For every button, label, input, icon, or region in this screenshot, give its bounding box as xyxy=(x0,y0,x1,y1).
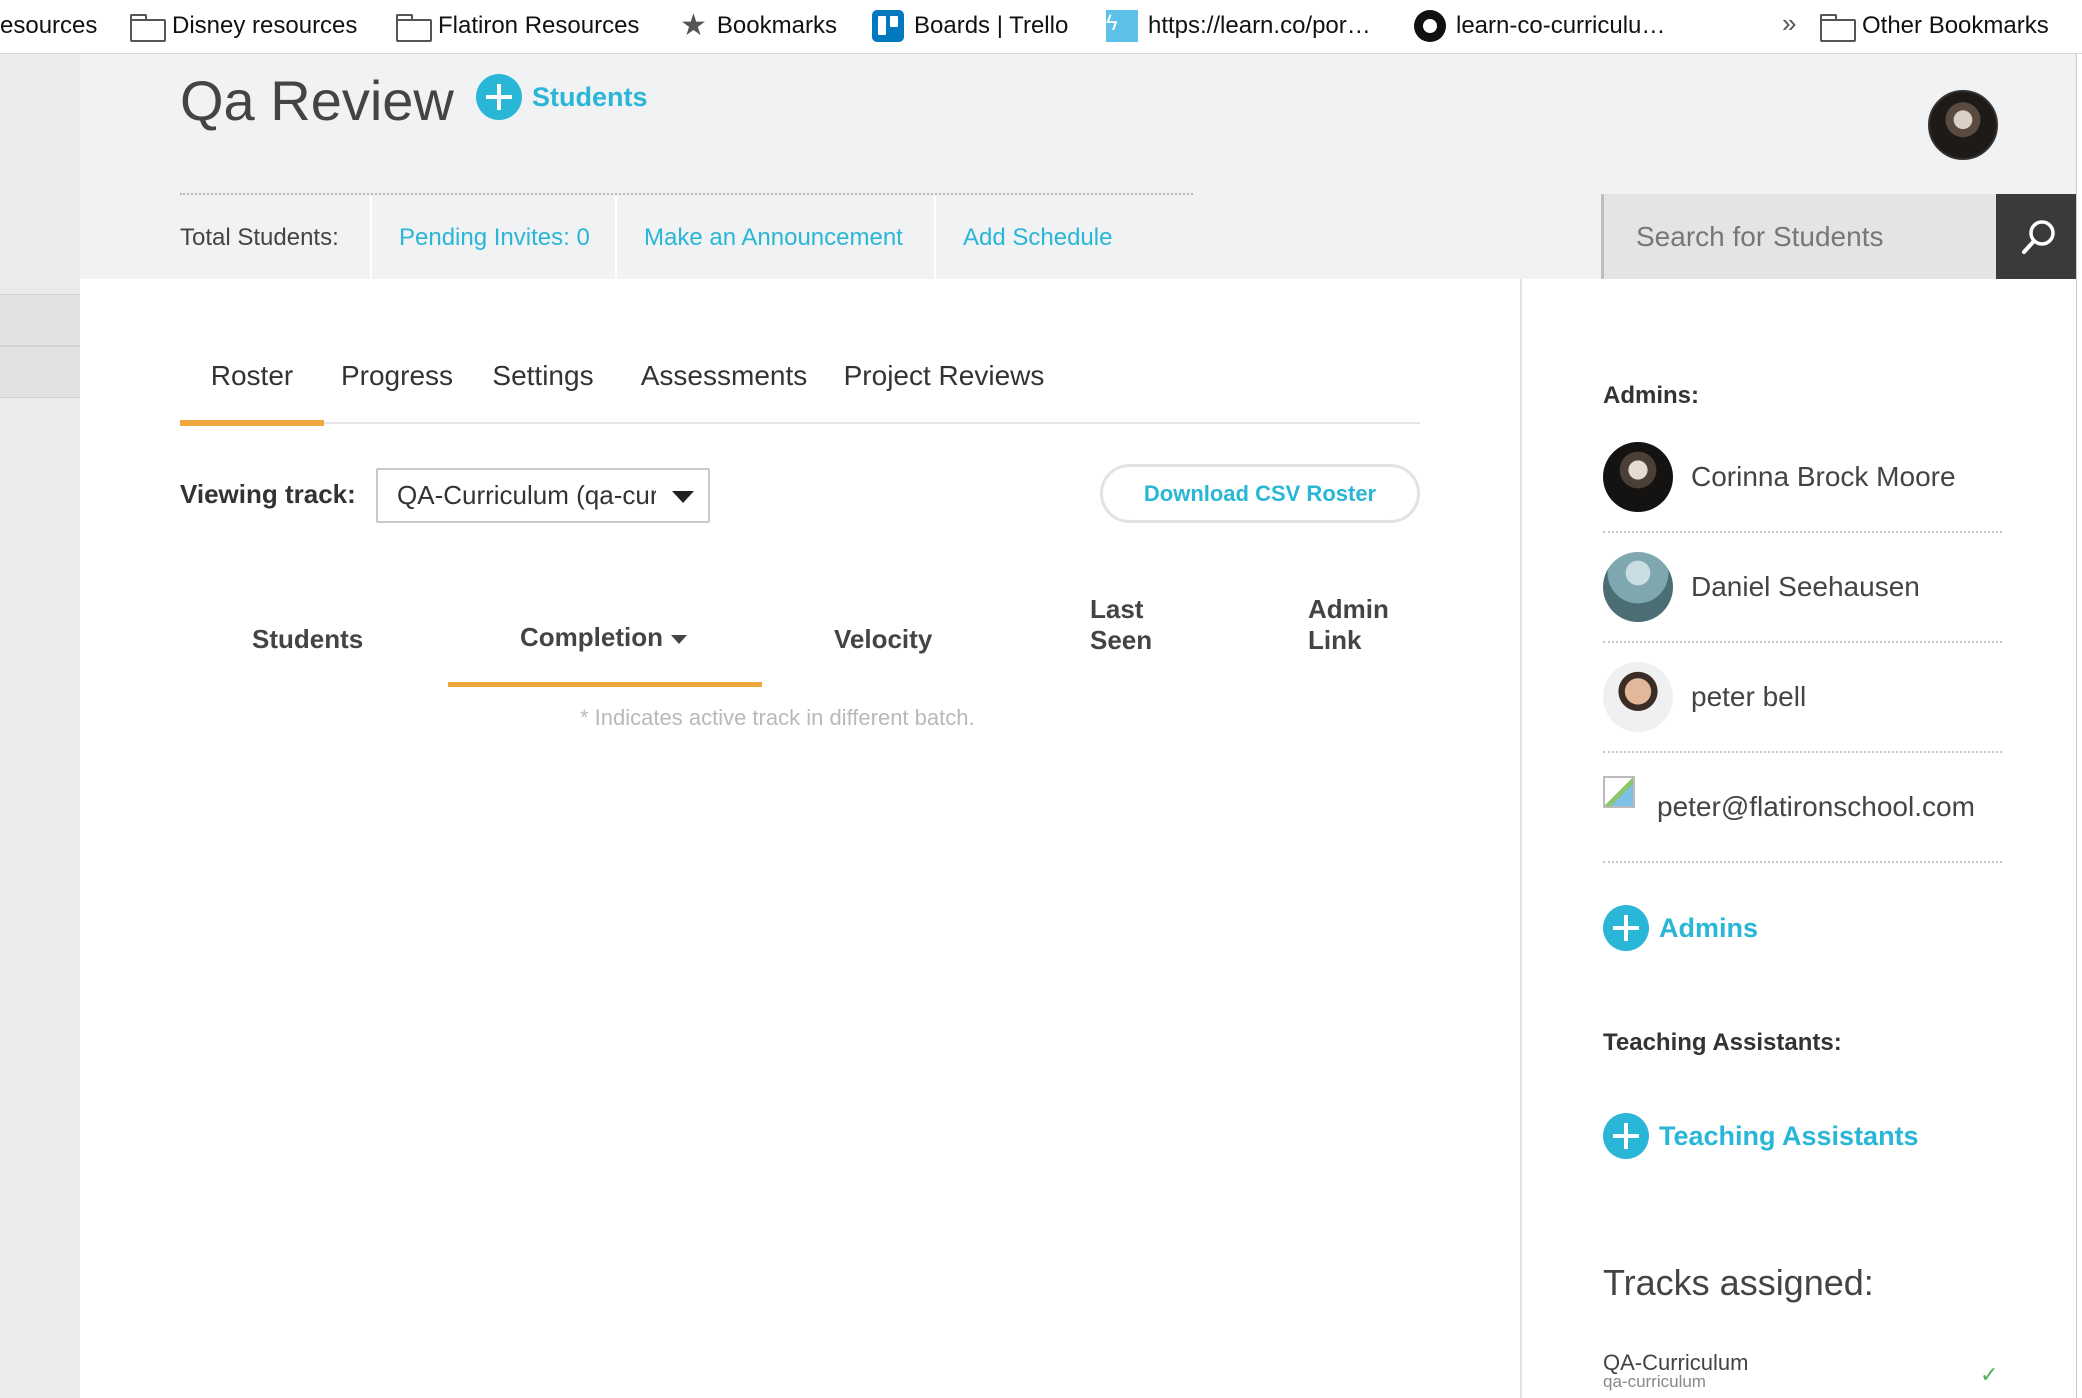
bookmark-esources[interactable]: esources xyxy=(0,0,97,52)
folder-icon xyxy=(130,14,166,42)
star-icon: ★ xyxy=(680,9,707,42)
learn-icon: ϟ xyxy=(1106,10,1138,42)
github-icon xyxy=(1414,10,1446,42)
teaching-assistants-heading: Teaching Assistants: xyxy=(1603,1029,1842,1056)
make-announcement-link[interactable]: Make an Announcement xyxy=(615,196,934,279)
active-sort-indicator xyxy=(448,682,762,687)
left-strip-item[interactable] xyxy=(0,294,80,346)
trello-icon xyxy=(872,10,904,42)
user-avatar[interactable] xyxy=(1928,90,1998,160)
bookmark-bookmarks[interactable]: ★ Bookmarks xyxy=(680,0,837,52)
check-icon: ✓ xyxy=(1980,1362,1999,1387)
page-title: Qa Review xyxy=(180,69,454,132)
viewing-track-label: Viewing track: xyxy=(180,479,356,509)
chevron-down-icon xyxy=(672,491,694,503)
plus-circle-icon xyxy=(1603,1113,1649,1159)
header-divider xyxy=(180,193,1193,195)
avatar xyxy=(1603,442,1673,512)
left-navigation-strip xyxy=(0,54,80,1398)
track-slug: qa-curriculum xyxy=(1603,1372,1706,1391)
download-csv-button[interactable]: Download CSV Roster xyxy=(1100,464,1420,523)
bookmark-flatiron-resources[interactable]: Flatiron Resources xyxy=(396,0,639,52)
add-teaching-assistants-button[interactable]: Teaching Assistants xyxy=(1603,1113,1919,1159)
admin-item[interactable]: Corinna Brock Moore xyxy=(1603,423,2002,533)
tab-progress[interactable]: Progress xyxy=(324,360,470,422)
admin-item[interactable]: peter@flatironschool.com xyxy=(1603,753,2002,863)
column-header-admin-link[interactable]: Admin Link xyxy=(1308,594,1389,656)
batch-header: Qa Review Students Total Students: Pendi… xyxy=(80,54,2082,279)
total-students-label: Total Students: xyxy=(180,223,339,251)
sort-desc-icon xyxy=(671,634,687,644)
admins-heading: Admins: xyxy=(1603,382,1699,409)
bookmarks-overflow-button[interactable]: » xyxy=(1782,8,1796,39)
bookmark-disney-resources[interactable]: Disney resources xyxy=(130,0,357,52)
add-students-button[interactable]: Students xyxy=(476,74,648,120)
plus-circle-icon xyxy=(1603,905,1649,951)
sidebar-divider xyxy=(1520,279,1522,1398)
avatar xyxy=(1603,552,1673,622)
admin-item[interactable]: peter bell xyxy=(1603,643,2002,753)
tab-assessments[interactable]: Assessments xyxy=(616,360,832,422)
column-header-students[interactable]: Students xyxy=(252,624,363,655)
broken-image-icon xyxy=(1603,776,1635,808)
batch-note: * Indicates active track in different ba… xyxy=(580,705,975,730)
bookmark-other-bookmarks[interactable]: Other Bookmarks xyxy=(1820,0,2049,52)
search-icon xyxy=(2022,219,2055,254)
column-header-velocity[interactable]: Velocity xyxy=(834,624,932,655)
plus-circle-icon xyxy=(476,74,522,120)
search-button[interactable] xyxy=(1996,194,2082,279)
left-strip-item[interactable] xyxy=(0,346,80,398)
window-scrollbar[interactable] xyxy=(2076,54,2082,1398)
add-schedule-link[interactable]: Add Schedule xyxy=(934,196,1139,279)
column-header-completion[interactable]: Completion xyxy=(520,622,687,653)
bookmark-learn-co-curriculum[interactable]: learn-co-curriculu… xyxy=(1414,0,1665,52)
folder-icon xyxy=(1820,14,1856,42)
bookmarks-bar: esources Disney resources Flatiron Resou… xyxy=(0,0,2082,54)
tab-settings[interactable]: Settings xyxy=(470,360,616,422)
column-header-last-seen[interactable]: Last Seen xyxy=(1090,594,1152,656)
bookmark-trello[interactable]: Boards | Trello xyxy=(872,0,1068,52)
avatar xyxy=(1603,662,1673,732)
tab-roster[interactable]: Roster xyxy=(180,360,324,426)
tracks-assigned-heading: Tracks assigned: xyxy=(1603,1262,1874,1303)
tab-project-reviews[interactable]: Project Reviews xyxy=(832,360,1056,422)
folder-icon xyxy=(396,14,432,42)
pending-invites-link[interactable]: Pending Invites: 0 xyxy=(370,196,615,279)
batch-tabs: Roster Progress Settings Assessments Pro… xyxy=(180,360,1420,426)
track-select[interactable]: QA-Curriculum (qa-curriculum) xyxy=(376,468,710,523)
bookmark-learn[interactable]: ϟ https://learn.co/por… xyxy=(1106,0,1371,52)
admin-item[interactable]: Daniel Seehausen xyxy=(1603,533,2002,643)
add-admins-button[interactable]: Admins xyxy=(1603,905,1758,951)
batch-stats: Total Students: Pending Invites: 0 Make … xyxy=(180,196,1139,279)
